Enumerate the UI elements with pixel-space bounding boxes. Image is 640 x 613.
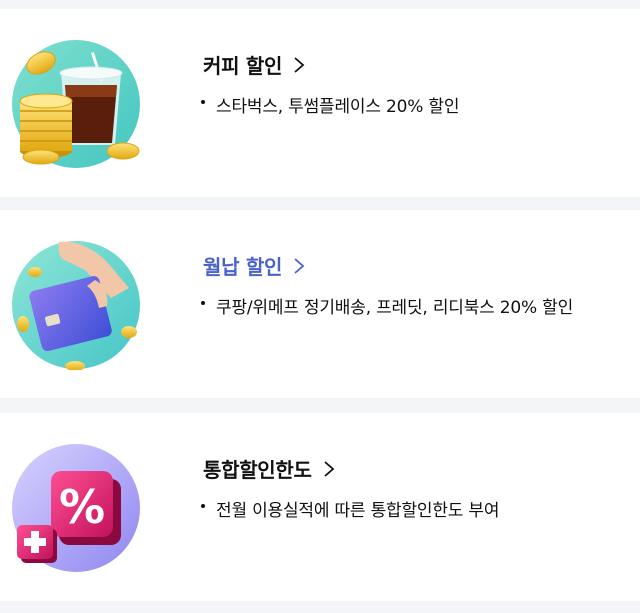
bullet-icon: [201, 300, 205, 305]
benefit-detail: 쿠팡/위메프 정기배송, 프레딧, 리디북스 20% 할인: [201, 293, 573, 318]
benefit-title-link[interactable]: 통합할인한도: [203, 454, 336, 483]
benefit-detail-text: 쿠팡/위메프 정기배송, 프레딧, 리디북스 20% 할인: [216, 298, 574, 318]
percent-plus-icon: %: [11, 443, 141, 573]
benefit-title-link[interactable]: 커피 할인: [203, 50, 306, 79]
benefit-card-limit: % 통합할인한도 전월 이용실적에 따른 통합할인한도 부여: [0, 413, 640, 601]
benefit-title: 커피 할인: [203, 54, 283, 78]
benefit-title: 통합할인한도: [203, 458, 312, 482]
benefit-detail-text: 스타벅스, 투썸플레이스 20% 할인: [216, 97, 460, 117]
bullet-icon: [201, 503, 205, 508]
chevron-right-icon: [294, 257, 305, 274]
chevron-right-icon: [294, 56, 305, 73]
chevron-right-icon: [324, 460, 334, 477]
benefit-title: 월납 할인: [203, 255, 283, 279]
bullet-icon: [201, 99, 205, 104]
benefit-title-link[interactable]: 월납 할인: [203, 251, 306, 280]
benefit-detail-text: 전월 이용실적에 따른 통합할인한도 부여: [216, 501, 500, 521]
benefit-card-coffee: 커피 할인 스타벅스, 투썸플레이스 20% 할인: [0, 9, 640, 197]
hand-card-icon: [11, 240, 141, 371]
benefit-detail: 전월 이용실적에 따른 통합할인한도 부여: [201, 496, 499, 521]
svg-text:%: %: [59, 480, 105, 534]
coffee-coins-icon: [11, 39, 141, 169]
benefit-detail: 스타벅스, 투썸플레이스 20% 할인: [201, 92, 459, 117]
benefit-card-monthly: 월납 할인 쿠팡/위메프 정기배송, 프레딧, 리디북스 20% 할인: [0, 210, 640, 398]
